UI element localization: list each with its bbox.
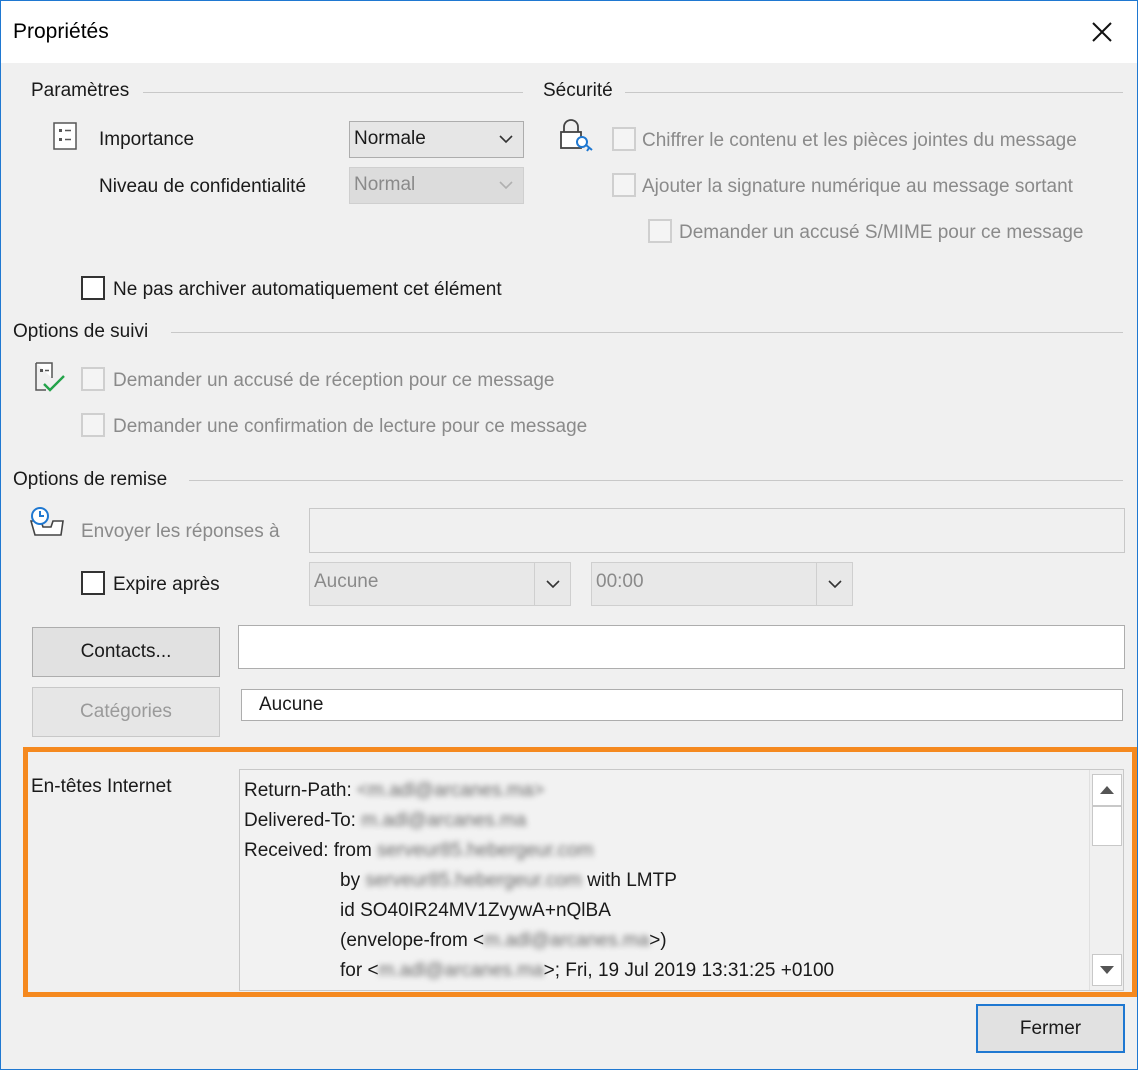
scroll-thumb[interactable] [1092, 806, 1122, 846]
header-line: Received: from serveur85.hebergeur.com [244, 840, 594, 861]
headers-scrollbar[interactable] [1089, 770, 1123, 990]
smime-label: Demander un accusé S/MIME pour ce messag… [679, 222, 1084, 243]
delivery-receipt-checkbox[interactable] [81, 367, 105, 391]
categories-value: Aucune [259, 694, 324, 715]
close-button[interactable] [1079, 11, 1125, 53]
importance-select[interactable]: Normale [349, 121, 524, 158]
no-archive-label: Ne pas archiver automatiquement cet élém… [113, 279, 502, 300]
confidentialite-label: Niveau de confidentialité [99, 176, 307, 197]
remise-rule [189, 480, 1123, 481]
close-icon [1092, 22, 1112, 42]
confidentialite-select[interactable]: Normal [349, 167, 524, 204]
header-line: id SO40IR24MV1ZvywA+nQlBA [340, 900, 611, 921]
header-line: by serveur85.hebergeur.com with LMTP [340, 870, 677, 891]
no-archive-checkbox[interactable] [81, 276, 105, 300]
confidentialite-value: Normal [354, 174, 416, 195]
fermer-button[interactable]: Fermer [976, 1004, 1125, 1053]
suivi-rule [171, 332, 1123, 333]
delivery-receipt-label: Demander un accusé de réception pour ce … [113, 370, 555, 391]
importance-value: Normale [354, 128, 426, 149]
title-bar: Propriétés [1, 1, 1137, 63]
expire-date-dropdown[interactable] [534, 563, 570, 605]
scroll-up-button[interactable] [1092, 774, 1122, 806]
lock-key-icon [560, 119, 593, 152]
importance-label: Importance [99, 129, 195, 150]
expire-time-combo[interactable]: 00:00 [591, 562, 853, 606]
chevron-down-icon [545, 580, 560, 589]
read-receipt-label: Demander une confirmation de lecture pou… [113, 416, 588, 437]
parametres-rule [143, 92, 523, 93]
chevron-down-icon [827, 580, 842, 589]
properties-dialog: Propriétés Paramètres Importance Normale… [0, 0, 1138, 1070]
header-line: Return-Path: <m.adl@arcanes.ma> [244, 780, 545, 801]
securite-heading: Sécurité [543, 80, 613, 101]
sign-checkbox[interactable] [612, 173, 636, 197]
expire-label: Expire après [113, 574, 220, 595]
arrow-up-icon [1100, 786, 1114, 794]
remise-heading: Options de remise [13, 469, 168, 490]
headers-label: En-têtes Internet [31, 776, 172, 797]
arrow-down-icon [1100, 966, 1114, 974]
chevron-down-icon [499, 135, 513, 144]
tracking-icon [35, 362, 65, 392]
categories-input[interactable]: Aucune [241, 689, 1123, 721]
expire-date-value: Aucune [314, 571, 379, 592]
contacts-button[interactable]: Contacts... [32, 627, 220, 677]
suivi-heading: Options de suivi [13, 321, 149, 342]
scroll-down-button[interactable] [1092, 954, 1122, 986]
reply-to-input[interactable] [309, 508, 1125, 553]
dialog-title: Propriétés [13, 20, 109, 43]
expire-time-dropdown[interactable] [816, 563, 852, 605]
expire-date-combo[interactable]: Aucune [309, 562, 571, 606]
encrypt-checkbox[interactable] [612, 127, 636, 151]
sign-label: Ajouter la signature numérique au messag… [642, 176, 1073, 197]
delivery-clock-icon [29, 507, 64, 536]
header-line: for <m.adl@arcanes.ma>; Fri, 19 Jul 2019… [340, 960, 835, 981]
encrypt-label: Chiffrer le contenu et les pièces jointe… [642, 130, 1077, 151]
importance-icon [53, 122, 77, 150]
contacts-input[interactable] [238, 625, 1125, 669]
smime-checkbox[interactable] [648, 219, 672, 243]
headers-textarea[interactable]: Return-Path: <m.adl@arcanes.ma> Delivere… [239, 769, 1124, 991]
expire-time-value: 00:00 [596, 571, 644, 592]
read-receipt-checkbox[interactable] [81, 413, 105, 437]
categories-button[interactable]: Catégories [32, 687, 220, 737]
header-line: (envelope-from <m.adl@arcanes.ma>) [340, 930, 667, 951]
chevron-down-icon [499, 181, 513, 190]
parametres-heading: Paramètres [31, 80, 130, 101]
reply-to-label: Envoyer les réponses à [81, 521, 280, 542]
header-line: Delivered-To: m.adl@arcanes.ma [244, 810, 527, 831]
securite-rule [625, 92, 1123, 93]
expire-checkbox[interactable] [81, 571, 105, 595]
